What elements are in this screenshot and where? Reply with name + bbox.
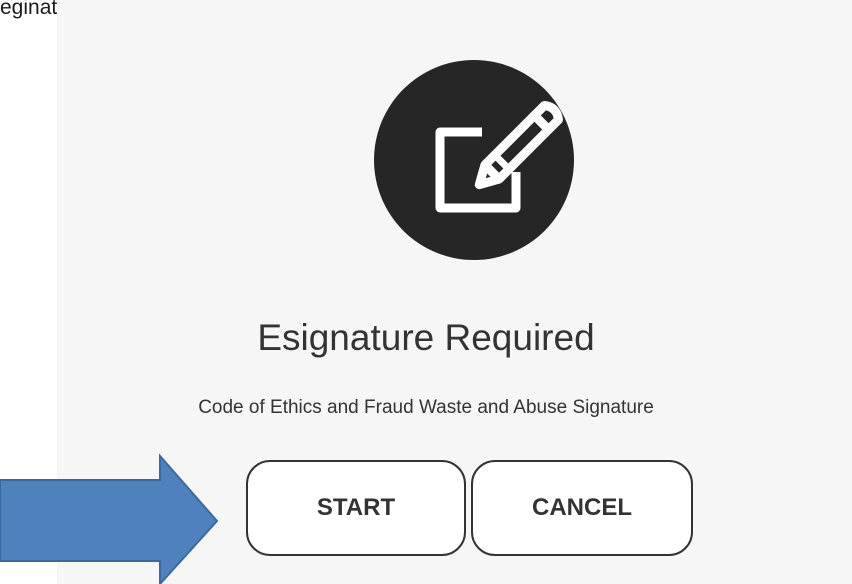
blue-arrow-right-icon [0, 453, 219, 584]
cancel-button[interactable]: CANCEL [471, 460, 693, 556]
start-button[interactable]: START [246, 460, 466, 556]
edit-pencil-icon [374, 60, 574, 260]
